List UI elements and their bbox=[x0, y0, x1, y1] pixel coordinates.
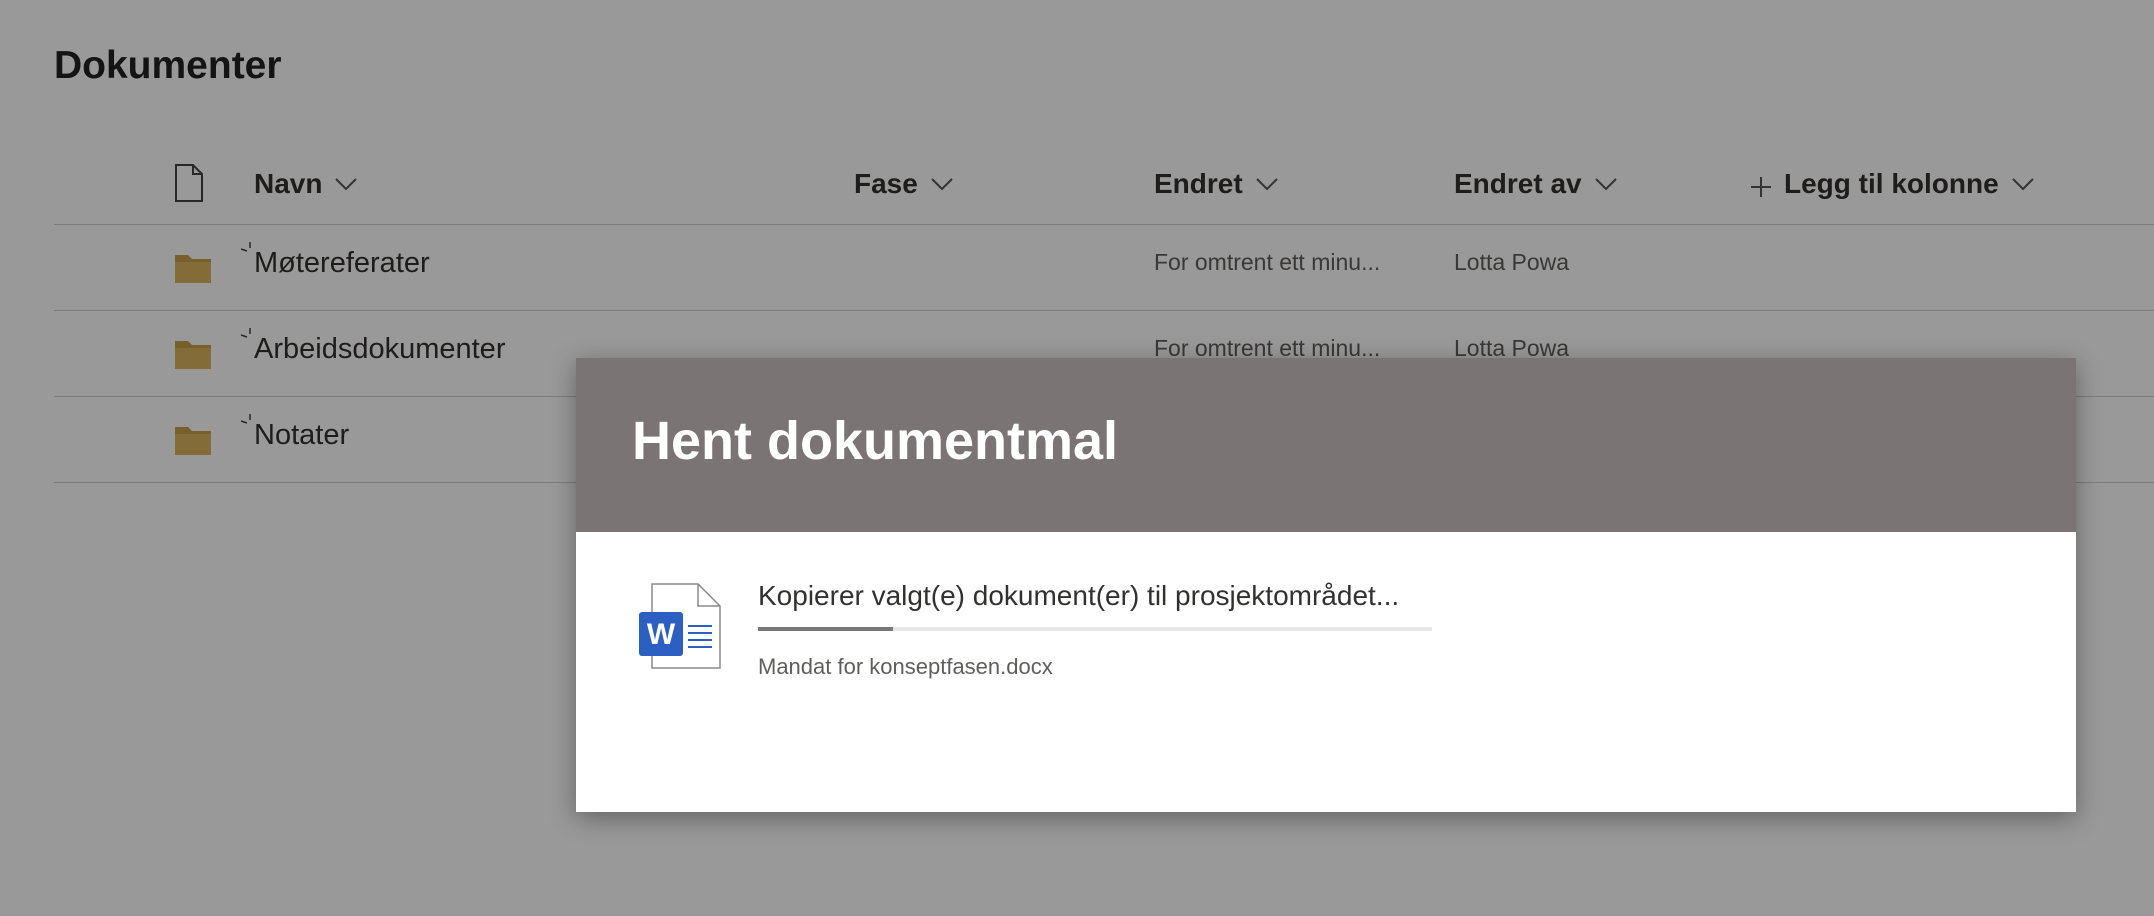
progress-bar-fill bbox=[758, 627, 893, 631]
get-template-dialog: Hent dokumentmal W Kopierer valgt(e) dok… bbox=[576, 358, 2076, 812]
dialog-header: Hent dokumentmal bbox=[576, 358, 2076, 532]
dialog-title: Hent dokumentmal bbox=[632, 411, 1119, 471]
current-file-name: Mandat for konseptfasen.docx bbox=[758, 654, 1053, 679]
word-document-icon: W bbox=[638, 582, 722, 670]
progress-bar bbox=[758, 627, 1432, 631]
copy-status-text: Kopierer valgt(e) dokument(er) til prosj… bbox=[758, 580, 1400, 611]
dialog-body: W Kopierer valgt(e) dokument(er) til pro… bbox=[576, 532, 2076, 812]
svg-text:W: W bbox=[647, 618, 676, 651]
